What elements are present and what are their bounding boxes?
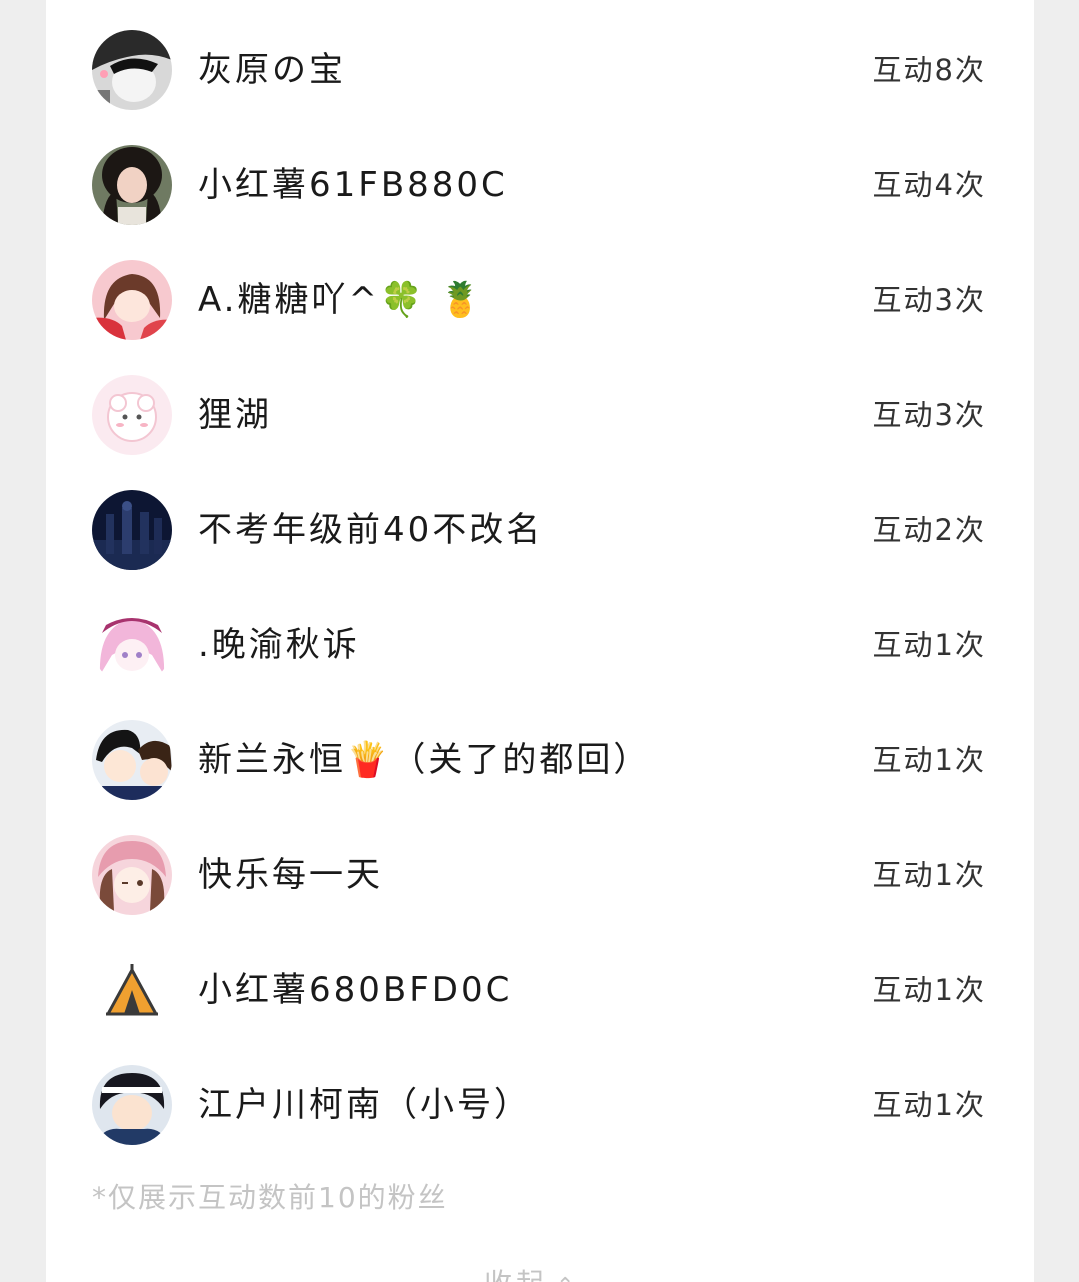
fan-name: 新兰永恒🍟（关了的都回） bbox=[198, 740, 651, 780]
fan-interaction-card: 灰原の宝 互动8次 小红薯61FB880C 互动4次 A.糖糖吖^🍀 🍍 互动3… bbox=[46, 0, 1034, 1282]
fan-name: 江户川柯南（小号） bbox=[198, 1085, 531, 1125]
chevron-up-icon: ⌃ bbox=[556, 1267, 578, 1282]
fan-name: 灰原の宝 bbox=[198, 50, 346, 90]
fan-name: 小红薯61FB880C bbox=[198, 165, 508, 205]
interaction-count: 互动8次 bbox=[872, 53, 986, 87]
collapse-button[interactable]: 收起 ⌃ bbox=[484, 1264, 578, 1282]
interaction-count: 互动4次 bbox=[872, 168, 986, 202]
fan-name: 狸湖 bbox=[198, 395, 272, 435]
top10-footnote: *仅展示互动数前10的粉丝 bbox=[92, 1181, 448, 1214]
avatar-cute-pastel-icon[interactable] bbox=[92, 375, 172, 455]
fan-row[interactable]: 狸湖 互动3次 bbox=[46, 345, 1034, 460]
interaction-count: 互动1次 bbox=[872, 628, 986, 662]
fan-name: 快乐每一天 bbox=[198, 855, 383, 895]
interaction-count: 互动1次 bbox=[872, 858, 986, 892]
fan-row[interactable]: 快乐每一天 互动1次 bbox=[46, 805, 1034, 920]
interaction-count: 互动3次 bbox=[872, 283, 986, 317]
avatar-anime-couple-icon[interactable] bbox=[92, 720, 172, 800]
fan-row[interactable]: 小红薯61FB880C 互动4次 bbox=[46, 115, 1034, 230]
fan-row[interactable]: 不考年级前40不改名 互动2次 bbox=[46, 460, 1034, 575]
avatar-pink-chibi-icon[interactable] bbox=[92, 835, 172, 915]
interaction-count: 互动2次 bbox=[872, 513, 986, 547]
fan-row[interactable]: 小红薯680BFD0C 互动1次 bbox=[46, 920, 1034, 1035]
fan-row[interactable]: A.糖糖吖^🍀 🍍 互动3次 bbox=[46, 230, 1034, 345]
avatar-dark-anime-icon[interactable] bbox=[92, 490, 172, 570]
avatar-bw-manga-icon[interactable] bbox=[92, 30, 172, 110]
fan-row[interactable]: 江户川柯南（小号） 互动1次 bbox=[46, 1035, 1034, 1150]
interaction-count: 互动1次 bbox=[872, 973, 986, 1007]
fan-row[interactable]: 灰原の宝 互动8次 bbox=[46, 0, 1034, 115]
fan-name: 小红薯680BFD0C bbox=[198, 970, 513, 1010]
avatar-tent-icon[interactable] bbox=[92, 950, 172, 1030]
interaction-count: 互动1次 bbox=[872, 1088, 986, 1122]
fan-name: A.糖糖吖^🍀 🍍 bbox=[198, 280, 485, 320]
interaction-count: 互动1次 bbox=[872, 743, 986, 777]
fan-name: 不考年级前40不改名 bbox=[198, 510, 544, 550]
avatar-pink-hair-icon[interactable] bbox=[92, 605, 172, 685]
avatar-conan-icon[interactable] bbox=[92, 1065, 172, 1145]
avatar-anime-girl-red-icon[interactable] bbox=[92, 260, 172, 340]
fan-row[interactable]: 新兰永恒🍟（关了的都回） 互动1次 bbox=[46, 690, 1034, 805]
fan-name: .晚渝秋诉 bbox=[198, 625, 360, 665]
fan-row[interactable]: .晚渝秋诉 互动1次 bbox=[46, 575, 1034, 690]
interaction-count: 互动3次 bbox=[872, 398, 986, 432]
collapse-label: 收起 bbox=[484, 1267, 548, 1282]
avatar-selfie-icon[interactable] bbox=[92, 145, 172, 225]
